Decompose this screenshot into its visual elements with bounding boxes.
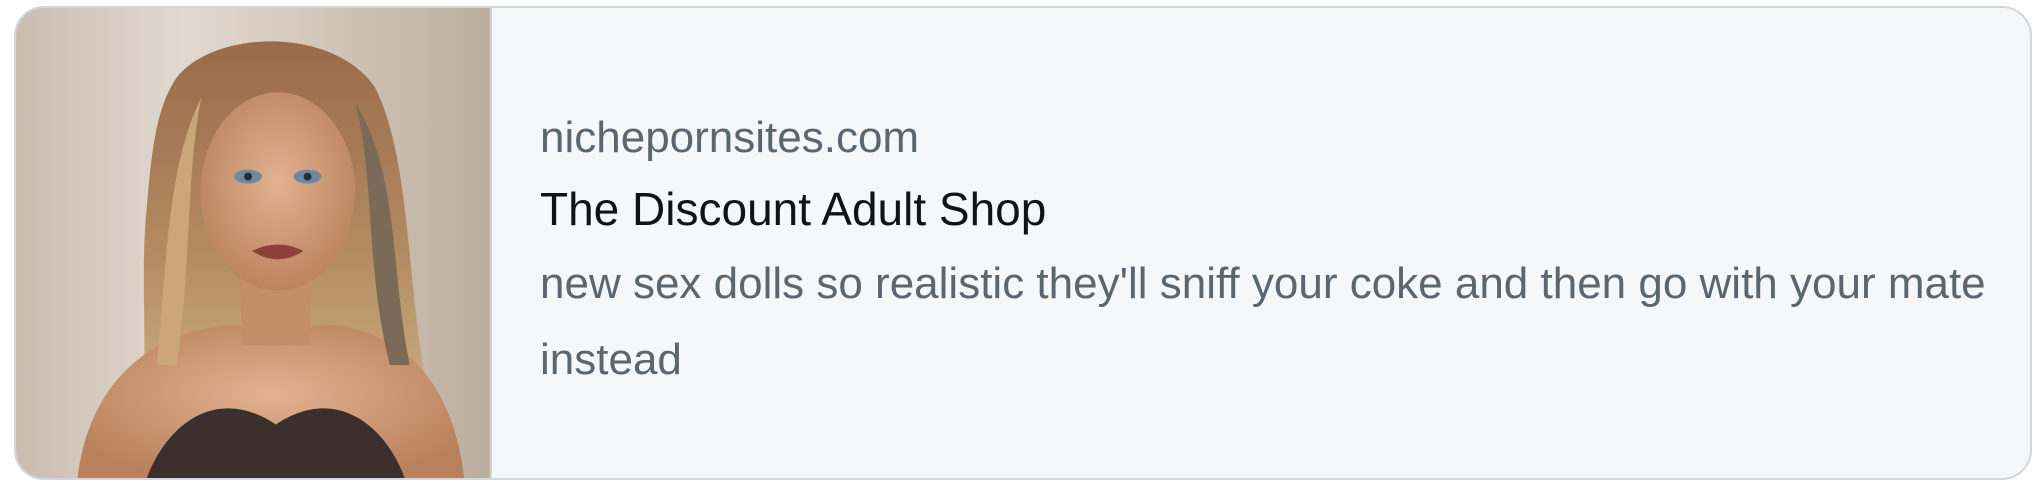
portrait-illustration bbox=[18, 8, 488, 478]
link-preview-text[interactable]: nichepornsites.com The Discount Adult Sh… bbox=[492, 8, 2030, 478]
link-preview-card[interactable]: nichepornsites.com The Discount Adult Sh… bbox=[14, 6, 2032, 480]
link-domain: nichepornsites.com bbox=[540, 113, 920, 162]
preview-thumbnail-image[interactable] bbox=[16, 8, 492, 478]
link-title: The Discount Adult Shop bbox=[540, 183, 1047, 235]
link-description: new sex dolls so realistic they'll sniff… bbox=[540, 259, 1986, 384]
